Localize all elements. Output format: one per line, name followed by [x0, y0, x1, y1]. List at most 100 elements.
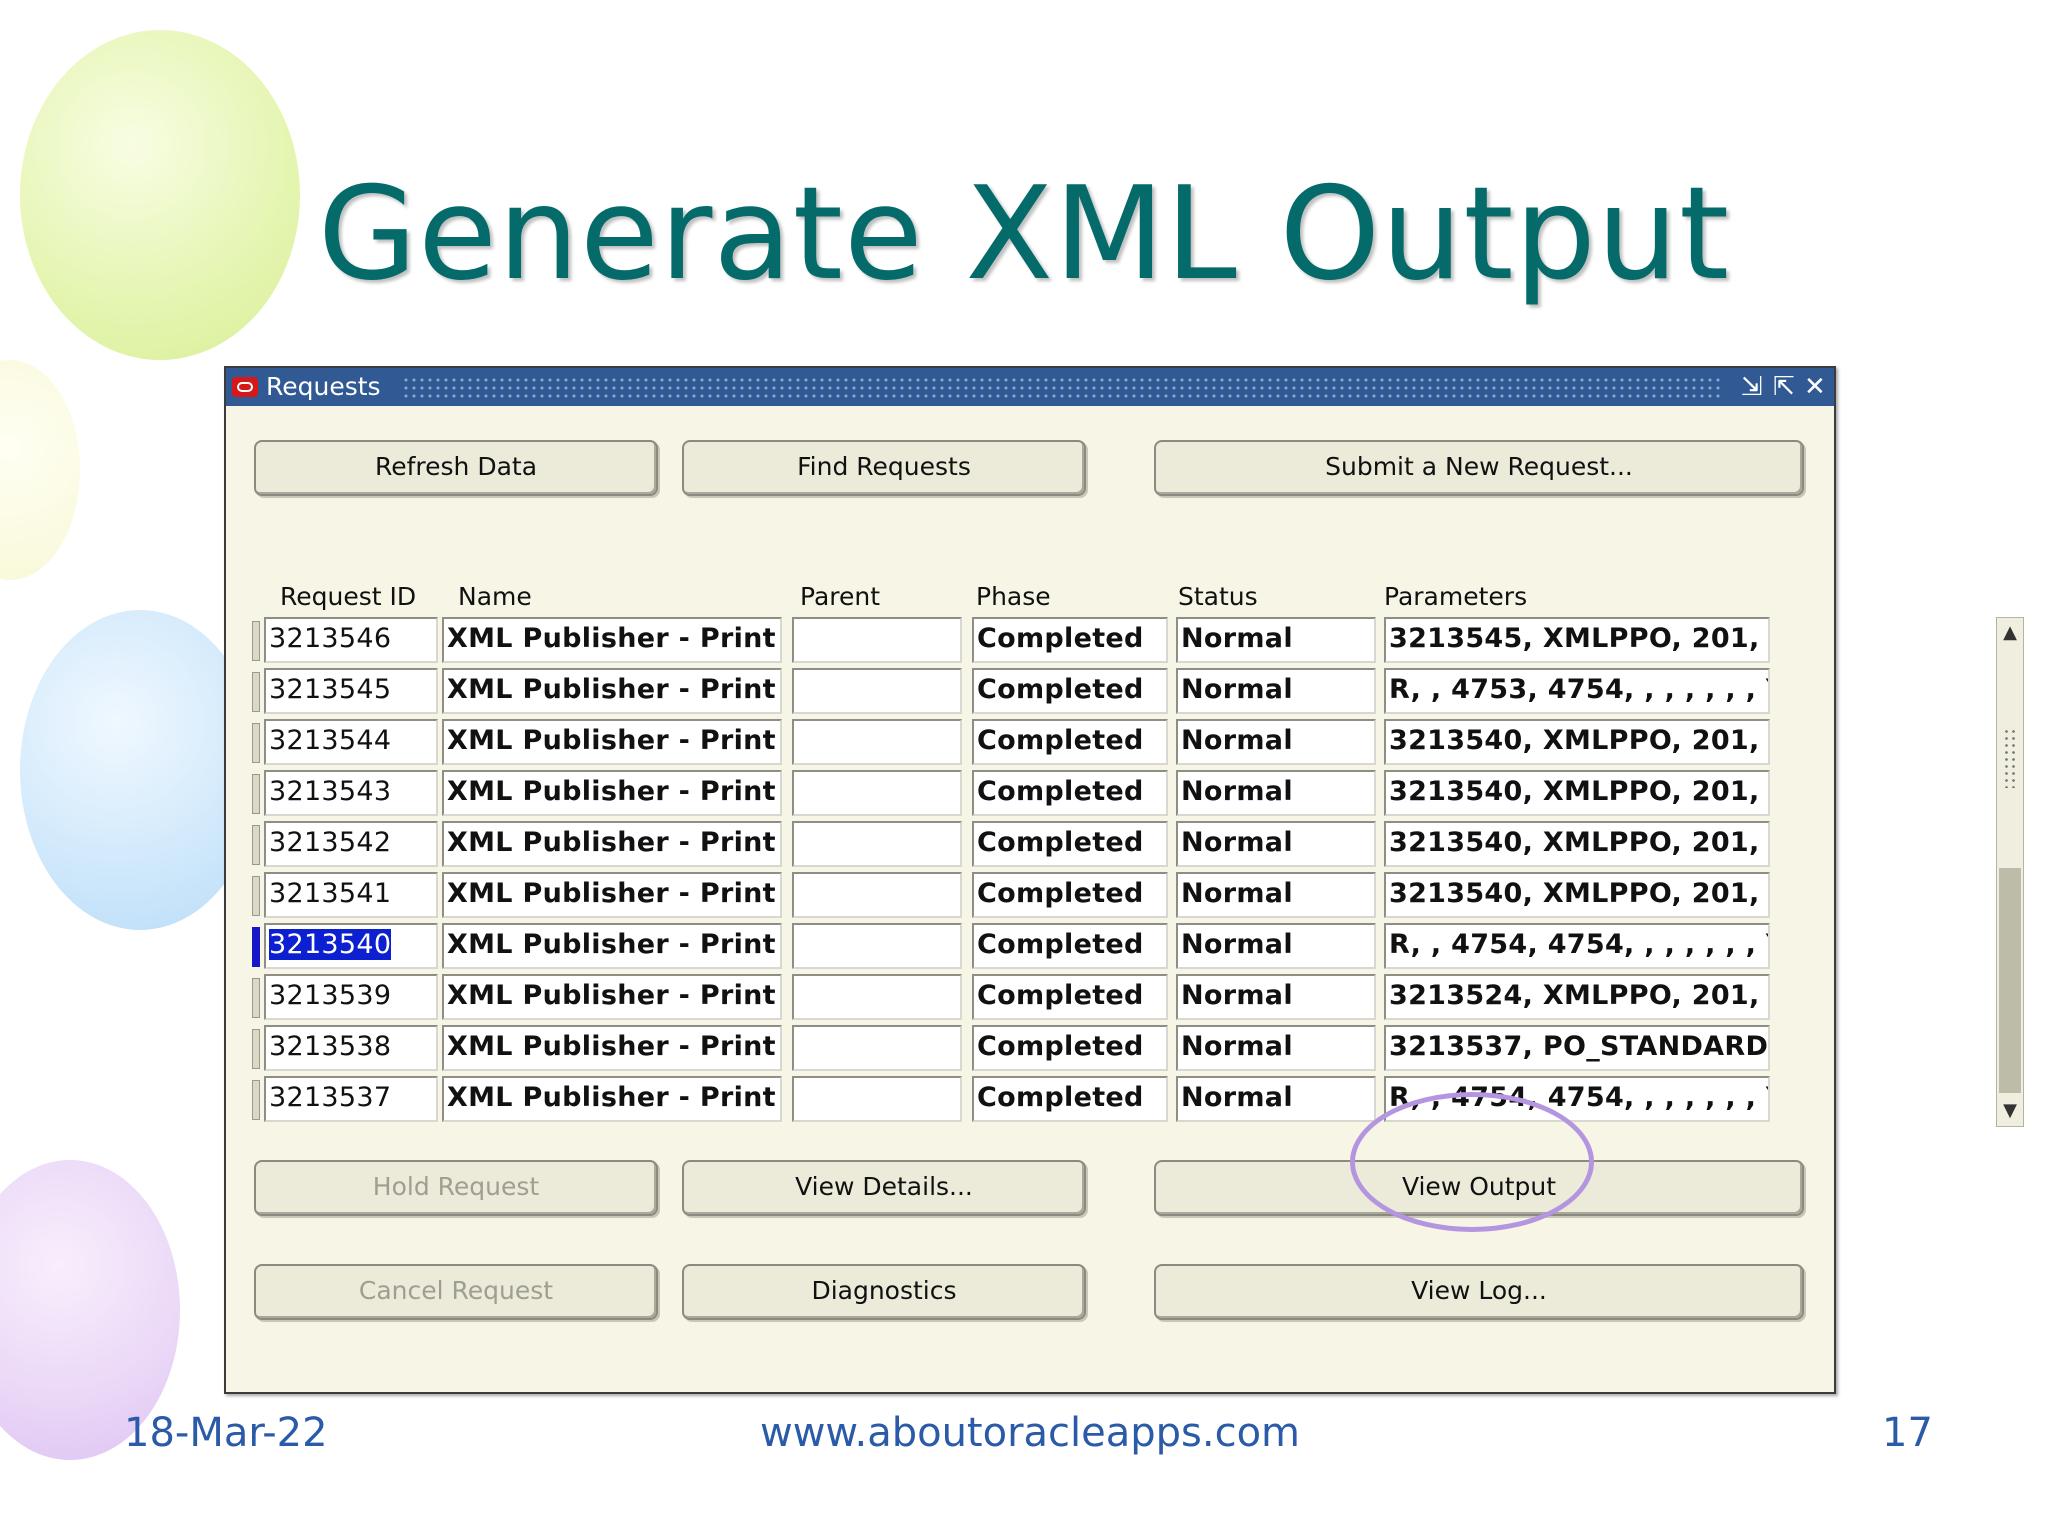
cell-status[interactable]: Normal: [1176, 1076, 1376, 1122]
cell-parameters[interactable]: 3213540, XMLPPO, 201, en-U: [1384, 770, 1770, 816]
cell-status[interactable]: Normal: [1176, 617, 1376, 663]
cell-parameters[interactable]: 3213524, XMLPPO, 201, en-U: [1384, 974, 1770, 1020]
cell-request-id[interactable]: 3213539: [264, 974, 438, 1020]
view-details-button[interactable]: View Details...: [682, 1160, 1086, 1216]
cell-status[interactable]: Normal: [1176, 770, 1376, 816]
cell-parent[interactable]: [792, 770, 962, 816]
cancel-request-button[interactable]: Cancel Request: [254, 1264, 658, 1320]
window-titlebar[interactable]: Requests ⇲ ⇱ ✕: [226, 368, 1834, 406]
row-marker[interactable]: [252, 978, 260, 1018]
cell-phase[interactable]: Completed: [972, 668, 1168, 714]
cell-phase[interactable]: Completed: [972, 1076, 1168, 1122]
row-marker[interactable]: [252, 825, 260, 865]
footer-date: 18-Mar-22: [124, 1410, 328, 1456]
close-icon[interactable]: ✕: [1804, 372, 1826, 402]
hold-request-button[interactable]: Hold Request: [254, 1160, 658, 1216]
selected-text: 3213540: [269, 929, 392, 960]
cell-status[interactable]: Normal: [1176, 872, 1376, 918]
cell-phase[interactable]: Completed: [972, 821, 1168, 867]
cell-name[interactable]: XML Publisher - Print Pu: [442, 617, 782, 663]
cell-parent[interactable]: [792, 1076, 962, 1122]
row-marker[interactable]: [252, 774, 260, 814]
table-row[interactable]: 3213545 XML Publisher - Print Pu Complet…: [250, 668, 1770, 714]
cell-phase[interactable]: Completed: [972, 770, 1168, 816]
column-header-phase: Phase: [976, 582, 1051, 611]
cell-name[interactable]: XML Publisher - Print Pu: [442, 719, 782, 765]
cell-status[interactable]: Normal: [1176, 1025, 1376, 1071]
row-marker-current[interactable]: [252, 927, 260, 967]
cell-parent[interactable]: [792, 617, 962, 663]
cell-parameters[interactable]: 3213545, XMLPPO, 201, en-U: [1384, 617, 1770, 663]
cell-phase[interactable]: Completed: [972, 617, 1168, 663]
row-marker[interactable]: [252, 621, 260, 661]
cell-name[interactable]: XML Publisher - Print Pu: [442, 1025, 782, 1071]
cell-parameters[interactable]: R, , 4753, 4754, , , , , , , Y, , 1: [1384, 668, 1770, 714]
cell-parent[interactable]: [792, 821, 962, 867]
table-row[interactable]: 3213543 XML Publisher - Print Pu Complet…: [250, 770, 1770, 816]
scroll-up-icon[interactable]: ▲: [1997, 618, 2023, 648]
table-row[interactable]: 3213539 XML Publisher - Print Pu Complet…: [250, 974, 1770, 1020]
cell-request-id[interactable]: 3213545: [264, 668, 438, 714]
row-marker[interactable]: [252, 1080, 260, 1120]
cell-parameters[interactable]: 3213540, XMLPPO, 201, en-U: [1384, 719, 1770, 765]
row-marker[interactable]: [252, 672, 260, 712]
cell-parent[interactable]: [792, 974, 962, 1020]
cell-status[interactable]: Normal: [1176, 668, 1376, 714]
view-output-highlight-ring: [1350, 1092, 1594, 1232]
cell-request-id[interactable]: 3213537: [264, 1076, 438, 1122]
cell-parent[interactable]: [792, 668, 962, 714]
table-row[interactable]: 3213544 XML Publisher - Print Pu Complet…: [250, 719, 1770, 765]
cell-name[interactable]: XML Publisher - Print Pu: [442, 872, 782, 918]
row-marker[interactable]: [252, 1029, 260, 1069]
refresh-data-button[interactable]: Refresh Data: [254, 440, 658, 496]
cell-name[interactable]: XML Publisher - Print Pu: [442, 668, 782, 714]
cell-status[interactable]: Normal: [1176, 821, 1376, 867]
cell-request-id[interactable]: 3213542: [264, 821, 438, 867]
table-row[interactable]: 3213542 XML Publisher - Print Pu Complet…: [250, 821, 1770, 867]
scroll-thumb[interactable]: [1999, 868, 2021, 1093]
maximize-icon[interactable]: ⇱: [1773, 372, 1795, 402]
table-row[interactable]: 3213546 XML Publisher - Print Pu Complet…: [250, 617, 1770, 663]
find-requests-button[interactable]: Find Requests: [682, 440, 1086, 496]
cell-parent[interactable]: [792, 1025, 962, 1071]
cell-phase[interactable]: Completed: [972, 1025, 1168, 1071]
window-title: Requests: [266, 372, 381, 401]
oracle-icon: [232, 377, 258, 397]
cell-request-id[interactable]: 3213544: [264, 719, 438, 765]
cell-phase[interactable]: Completed: [972, 872, 1168, 918]
minimize-icon[interactable]: ⇲: [1741, 372, 1763, 402]
cell-request-id[interactable]: 3213540: [264, 923, 438, 969]
cell-parameters[interactable]: 3213540, XMLPPO, 201, en-U: [1384, 872, 1770, 918]
scroll-down-icon[interactable]: ▼: [1997, 1096, 2023, 1126]
table-row-selected[interactable]: 3213540 XML Publisher - Print Pu Complet…: [250, 923, 1770, 969]
vertical-scrollbar[interactable]: ▲ ▼: [1996, 617, 2024, 1127]
cell-parent[interactable]: [792, 923, 962, 969]
diagnostics-button[interactable]: Diagnostics: [682, 1264, 1086, 1320]
cell-name[interactable]: XML Publisher - Print Pu: [442, 821, 782, 867]
cell-name[interactable]: XML Publisher - Print Pu: [442, 770, 782, 816]
submit-new-request-button[interactable]: Submit a New Request...: [1154, 440, 1804, 496]
cell-name[interactable]: XML Publisher - Print Pu: [442, 1076, 782, 1122]
cell-parameters[interactable]: 3213537, PO_STANDARD_XS: [1384, 1025, 1770, 1071]
row-marker[interactable]: [252, 876, 260, 916]
table-row[interactable]: 3213538 XML Publisher - Print Pu Complet…: [250, 1025, 1770, 1071]
cell-name[interactable]: XML Publisher - Print Pu: [442, 923, 782, 969]
cell-parameters[interactable]: R, , 4754, 4754, , , , , , , Y, , 1: [1384, 923, 1770, 969]
cell-phase[interactable]: Completed: [972, 719, 1168, 765]
cell-request-id[interactable]: 3213546: [264, 617, 438, 663]
cell-request-id[interactable]: 3213541: [264, 872, 438, 918]
table-row[interactable]: 3213541 XML Publisher - Print Pu Complet…: [250, 872, 1770, 918]
view-log-button[interactable]: View Log...: [1154, 1264, 1804, 1320]
cell-status[interactable]: Normal: [1176, 719, 1376, 765]
cell-status[interactable]: Normal: [1176, 974, 1376, 1020]
cell-phase[interactable]: Completed: [972, 974, 1168, 1020]
cell-status[interactable]: Normal: [1176, 923, 1376, 969]
cell-name[interactable]: XML Publisher - Print Pu: [442, 974, 782, 1020]
cell-request-id[interactable]: 3213538: [264, 1025, 438, 1071]
cell-request-id[interactable]: 3213543: [264, 770, 438, 816]
row-marker[interactable]: [252, 723, 260, 763]
cell-phase[interactable]: Completed: [972, 923, 1168, 969]
cell-parent[interactable]: [792, 719, 962, 765]
cell-parameters[interactable]: 3213540, XMLPPO, 201, en-U: [1384, 821, 1770, 867]
cell-parent[interactable]: [792, 872, 962, 918]
